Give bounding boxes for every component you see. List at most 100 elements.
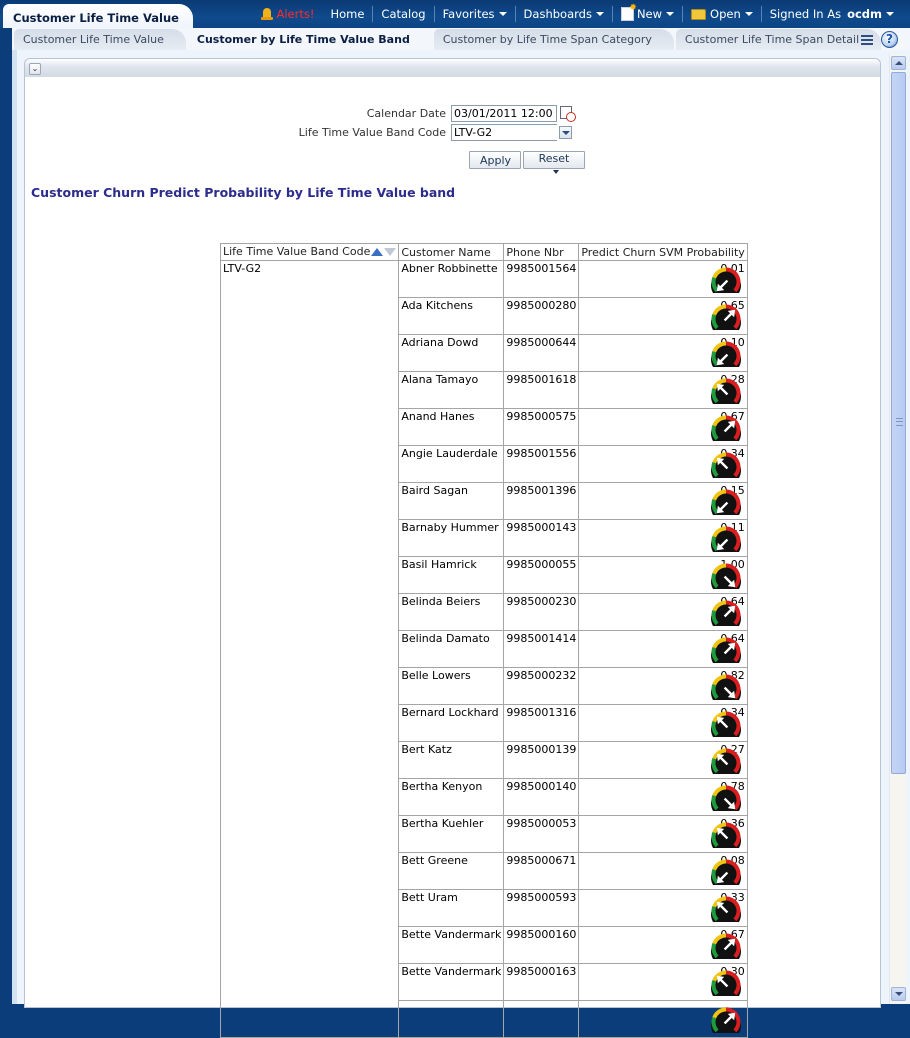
favorites-menu[interactable]: Favorites (435, 7, 515, 21)
gauge-icon (710, 600, 741, 626)
band-code-select[interactable] (451, 124, 557, 141)
report-section: ⌄ Calendar Date Life Time Value Band Cod… (24, 58, 881, 1038)
churn-probability-cell: 0.34 (578, 445, 748, 483)
gauge-icon (710, 526, 741, 552)
customer-name-cell: Bernard Lockhard (398, 704, 505, 742)
churn-probability-cell: 0.65 (578, 297, 748, 335)
reset-button[interactable]: Reset (523, 151, 585, 174)
churn-probability-cell: 0.01 (578, 260, 748, 298)
alerts-link[interactable]: Alerts! (253, 7, 322, 21)
chevron-down-icon (744, 12, 753, 16)
scroll-up-button[interactable] (891, 56, 906, 70)
user-menu[interactable]: Signed In As ocdm (762, 7, 902, 21)
gauge-icon (710, 304, 741, 330)
churn-probability-cell: 0.33 (578, 889, 748, 927)
open-menu[interactable]: Open (683, 7, 761, 21)
gauge-icon (710, 452, 741, 478)
home-link[interactable]: Home (322, 7, 372, 21)
tab-customer-life-time-span-detail[interactable]: Customer Life Time Span Detail (675, 29, 882, 50)
catalog-link[interactable]: Catalog (373, 7, 433, 21)
chevron-down-icon[interactable] (559, 126, 572, 139)
customer-name-cell: Ada Kitchens (398, 297, 505, 335)
favorites-label: Favorites (442, 7, 495, 21)
phone-nbr-cell: 9985000644 (503, 334, 580, 372)
customer-name-cell: Belle Lowers (398, 667, 505, 705)
help-icon[interactable]: ? (881, 31, 898, 48)
pivot-table: Life Time Value Band Code Customer Name … (219, 243, 748, 1038)
dashboards-menu[interactable]: Dashboards (516, 7, 612, 21)
band-code-cell: LTV-G2 (219, 260, 400, 1038)
alerts-label: Alerts! (276, 7, 315, 21)
sort-ascending-icon[interactable] (371, 247, 384, 256)
churn-probability-cell: 0.64 (578, 630, 748, 668)
new-label: New (636, 7, 663, 21)
scroll-thumb[interactable] (891, 72, 906, 774)
phone-nbr-cell: 9985000575 (503, 408, 580, 446)
gauge-icon (710, 378, 741, 404)
customer-name-cell: Bett Uram (398, 889, 505, 927)
phone-nbr-cell: 9985000230 (503, 593, 580, 631)
phone-nbr-cell: 9985000055 (503, 556, 580, 594)
churn-probability-cell: 0.82 (578, 667, 748, 705)
bell-icon (261, 7, 274, 21)
customer-name-cell: Basil Hamrick (398, 556, 505, 594)
tab-customer-by-life-time-value-band[interactable]: Customer by Life Time Value Band (187, 29, 432, 50)
folder-icon (691, 8, 707, 20)
reset-label: Reset (538, 152, 570, 165)
gauge-icon (710, 822, 741, 848)
gauge-icon (710, 489, 741, 515)
tab-customer-life-time-value[interactable]: Customer Life Time Value (14, 29, 186, 50)
churn-probability-cell: 0.67 (578, 926, 748, 964)
calendar-date-input[interactable] (451, 105, 557, 122)
phone-nbr-cell: 9985000160 (503, 926, 580, 964)
customer-name-cell: Baird Sagan (398, 482, 505, 520)
gauge-icon (710, 1007, 741, 1033)
phone-nbr-cell: 9985000232 (503, 667, 580, 705)
phone-nbr-cell: 9985001396 (503, 482, 580, 520)
user-name: ocdm (847, 7, 882, 21)
customer-name-cell: Adriana Dowd (398, 334, 505, 372)
dashboard-page-tabs: Customer Life Time Value Customer by Lif… (0, 28, 910, 50)
apply-button[interactable]: Apply (469, 151, 521, 169)
gauge-icon (710, 896, 741, 922)
sort-descending-icon[interactable] (384, 247, 397, 256)
customer-name-cell: Bertha Kenyon (398, 778, 505, 816)
gauge-icon (710, 859, 741, 885)
phone-nbr-cell: 9985001316 (503, 704, 580, 742)
open-label: Open (710, 7, 741, 21)
gauge-icon (710, 267, 741, 293)
customer-name-cell: Bertha Kuehler (398, 815, 505, 853)
phone-nbr-cell: 9985000593 (503, 889, 580, 927)
vertical-scrollbar[interactable] (889, 54, 906, 1004)
column-header-churn-probability[interactable]: Predict Churn SVM Probability (578, 243, 748, 261)
gauge-icon (710, 785, 741, 811)
calendar-clock-icon[interactable] (559, 105, 576, 122)
column-header-customer-name[interactable]: Customer Name (398, 243, 505, 261)
customer-name-cell: Belinda Beiers (398, 593, 505, 631)
collapse-section-button[interactable]: ⌄ (29, 63, 41, 75)
gauge-icon (710, 563, 741, 589)
phone-nbr-cell: 9985000280 (503, 297, 580, 335)
customer-name-cell: Anand Hanes (398, 408, 505, 446)
churn-probability-cell: 0.30 (578, 963, 748, 1001)
chevron-down-icon (553, 170, 559, 174)
churn-probability-cell: 0.27 (578, 741, 748, 779)
band-code-prompt: Life Time Value Band Code (275, 124, 572, 141)
calendar-date-label: Calendar Date (366, 107, 446, 120)
gauge-icon (710, 674, 741, 700)
chevron-down-icon (595, 12, 604, 16)
tab-customer-by-life-time-span-category[interactable]: Customer by Life Time Span Category (433, 29, 674, 50)
gauge-icon (710, 415, 741, 441)
gauge-icon (710, 341, 741, 367)
sort-icons[interactable] (371, 246, 397, 259)
customer-name-cell: Bette Vandermark (398, 926, 505, 964)
dashboard-title: Customer Life Time Value (3, 4, 193, 30)
new-menu[interactable]: New (613, 3, 682, 21)
customer-name-cell: Bett Greene (398, 852, 505, 890)
column-header-phone-nbr[interactable]: Phone Nbr (503, 243, 580, 261)
gauge-icon (710, 933, 741, 959)
column-header-band-code[interactable]: Life Time Value Band Code (219, 243, 400, 261)
scroll-down-button[interactable] (891, 987, 906, 1001)
customer-name-cell: Alana Tamayo (398, 371, 505, 409)
page-options-icon[interactable] (861, 34, 873, 45)
